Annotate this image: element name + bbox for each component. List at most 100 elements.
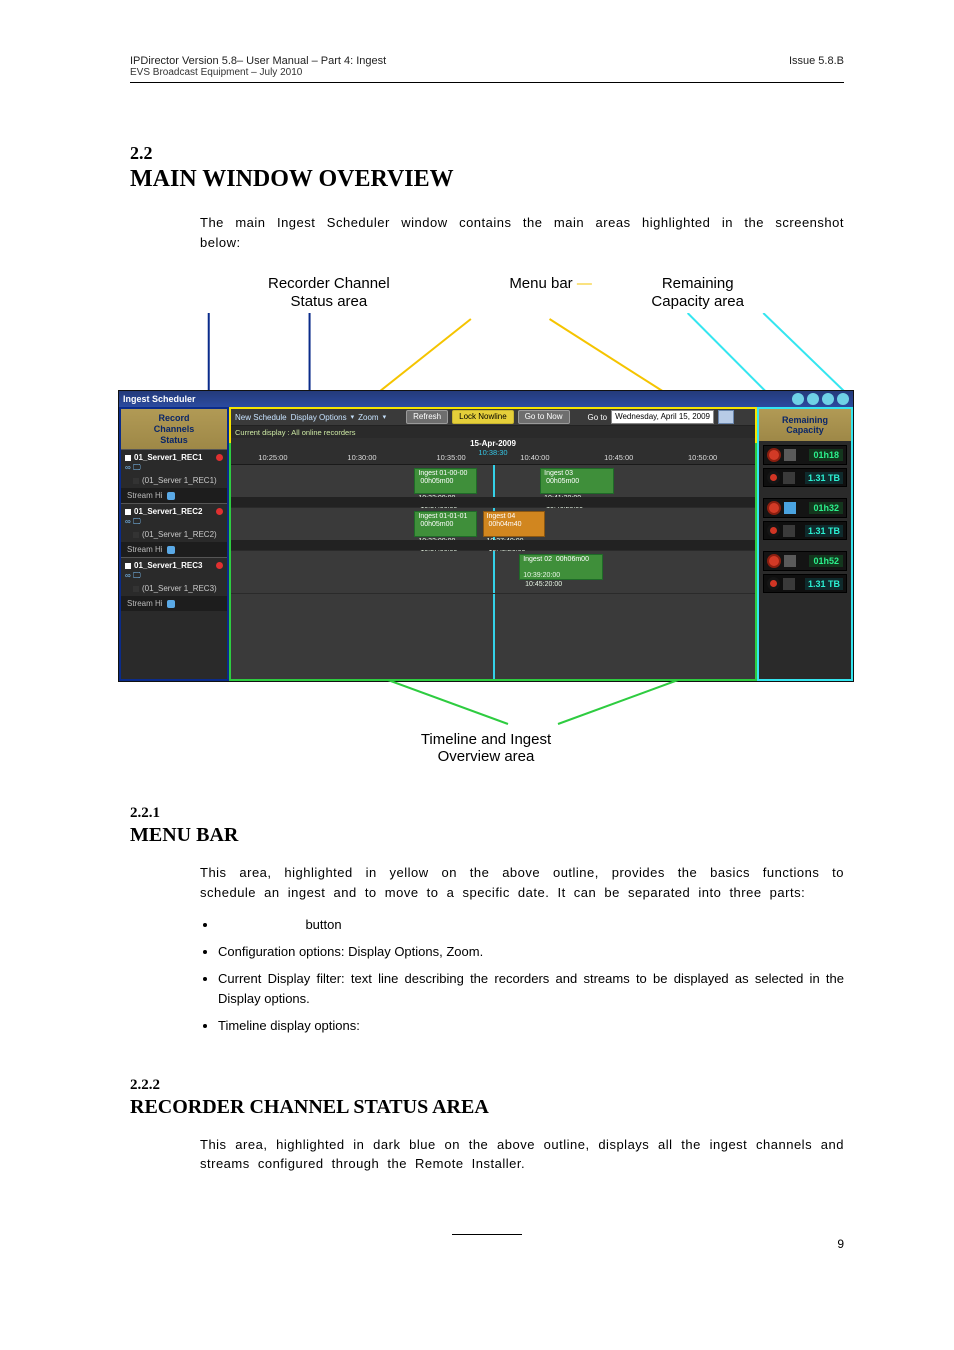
subsection-title: RECORDER CHANNEL STATUS AREA [130, 1096, 844, 1119]
channel-sub: (01_Server 1_REC3) [133, 584, 223, 593]
sub1-bullets: New Schedule button Configuration option… [200, 915, 844, 1037]
timeline-area: New Schedule Display Options▾ Zoom▾ Refr… [229, 407, 757, 681]
ruler-now-time: 10:38:30 [478, 448, 507, 457]
ruler-tick: 10:35:00 [436, 453, 465, 462]
ingest-block[interactable]: Ingest 01-00-00 00h05m0010:32:00:00 10:3… [414, 468, 477, 494]
header-issue: Issue 5.8.B [789, 55, 844, 78]
channel-title: 01_Server1_REC3 [125, 561, 223, 570]
ruler-tick: 10:40:00 [520, 453, 549, 462]
capacity-disk-row: 1.31 TB [763, 521, 847, 540]
header-subtitle: EVS Broadcast Equipment – July 2010 [130, 67, 386, 78]
callout-menu-bar: Menu bar — [509, 275, 592, 311]
ruler-tick: 10:45:00 [604, 453, 633, 462]
lock-nowline-button[interactable]: Lock Nowline [452, 410, 514, 424]
list-item: Current Display filter: text line descri… [218, 969, 844, 1011]
capacity-time: 01h32 [809, 502, 843, 514]
page-header: IPDirector Version 5.8– User Manual – Pa… [130, 55, 844, 78]
stream-icon [167, 492, 175, 500]
list-item: New Schedule button [218, 915, 844, 936]
subsection-number: 2.2.1 [130, 805, 844, 822]
record-indicator-icon [216, 562, 223, 569]
go-to-label: Go to [588, 413, 608, 422]
page-number: 9 [837, 1237, 844, 1251]
footer-rule [452, 1234, 522, 1235]
ruler-tick: 10:50:00 [688, 453, 717, 462]
stream-row[interactable]: Stream Hi [121, 542, 227, 557]
stream-row[interactable]: Stream Hi [121, 596, 227, 611]
capacity-icon [784, 449, 796, 461]
titlebar-button[interactable] [792, 393, 804, 405]
storage-icon [783, 472, 795, 484]
section-number: 2.2 [130, 143, 844, 164]
sub1-para: This area, highlighted in yellow on the … [200, 863, 844, 902]
window-title: Ingest Scheduler [123, 394, 196, 404]
capacity-time-row: 01h32 [763, 498, 847, 518]
ruler-date: 15-Apr-2009 [470, 439, 516, 448]
capacity-disk: 1.31 TB [805, 578, 843, 590]
callout-timeline-overview: Timeline and Ingest Overview area [118, 731, 854, 765]
record-dot-icon [767, 554, 781, 568]
ingest-block[interactable]: Ingest 03 00h05m0010:41:20:00 10:46:20:0… [540, 468, 613, 494]
disk-icon [767, 524, 780, 537]
recorder-channel-status-area: Record Channels Status 01_Server1_REC1∞ … [119, 407, 229, 681]
capacity-disk: 1.31 TB [805, 472, 843, 484]
disk-icon [767, 471, 780, 484]
left-header: Record Channels Status [121, 409, 227, 449]
ingest-block[interactable]: Ingest 04 00h04m4010:37:40:00 10:42:20:0… [483, 511, 546, 537]
go-to-now-button[interactable]: Go to Now [518, 410, 570, 424]
subsection-number: 2.2.2 [130, 1077, 844, 1094]
track-row[interactable]: Ingest 01-00-00 00h05m0010:32:00:00 10:3… [231, 465, 755, 508]
capacity-icon [784, 502, 796, 514]
capacity-icon [784, 555, 796, 567]
stream-icon [167, 546, 175, 554]
record-dot-icon [767, 448, 781, 462]
stream-row[interactable]: Stream Hi [121, 488, 227, 503]
ingest-block[interactable]: Ingest 02 00h06m0010:39:20:00 10:45:20:0… [519, 554, 603, 580]
track-row[interactable]: Ingest 02 00h06m0010:39:20:00 10:45:20:0… [231, 551, 755, 594]
new-schedule-menu[interactable]: New Schedule [235, 413, 287, 422]
record-indicator-icon [216, 454, 223, 461]
tracks-area[interactable]: Ingest 01-00-00 00h05m0010:32:00:00 10:3… [231, 465, 755, 679]
channel-block[interactable]: 01_Server1_REC2∞ 🖵(01_Server 1_REC2)Stre… [121, 503, 227, 557]
refresh-button[interactable]: Refresh [406, 410, 448, 424]
titlebar-button[interactable] [807, 393, 819, 405]
capacity-block: 01h52 1.31 TB [759, 547, 851, 600]
ingest-block[interactable]: Ingest 01-01-01 00h05m0010:32:00:00 10:3… [414, 511, 477, 537]
display-options-menu[interactable]: Display Options [291, 413, 347, 422]
ingest-scheduler-window: Ingest Scheduler Record Channels Status [118, 390, 854, 682]
record-dot-icon [767, 501, 781, 515]
section-intro: The main Ingest Scheduler window contain… [200, 213, 844, 252]
capacity-time-row: 01h52 [763, 551, 847, 571]
zoom-menu[interactable]: Zoom [358, 413, 378, 422]
channel-title: 01_Server1_REC1 [125, 453, 223, 462]
capacity-time: 01h52 [809, 555, 843, 567]
ruler-tick: 10:30:00 [347, 453, 376, 462]
remaining-capacity-area: Remaining Capacity 01h181.31 TB01h321.31… [757, 407, 853, 681]
capacity-disk-row: 1.31 TB [763, 574, 847, 593]
titlebar-button[interactable] [837, 393, 849, 405]
titlebar-button[interactable] [822, 393, 834, 405]
ruler-tick: 10:25:00 [258, 453, 287, 462]
storage-icon [783, 578, 795, 590]
list-item: Configuration options: Display Options, … [218, 942, 844, 963]
channel-icons: ∞ 🖵 [125, 463, 223, 473]
capacity-disk-row: 1.31 TB [763, 468, 847, 487]
callout-remaining-capacity: Remaining Capacity area [651, 275, 744, 311]
subsection-title: MENU BAR [130, 824, 844, 847]
date-picker[interactable]: Wednesday, April 15, 2009 [611, 410, 714, 424]
date-dropdown-icon[interactable] [718, 410, 734, 424]
stream-icon [167, 600, 175, 608]
list-item: Timeline display options: Refresh, Lock … [218, 1016, 844, 1037]
channel-block[interactable]: 01_Server1_REC1∞ 🖵 (01_Server 1_REC1) Stre… [121, 449, 227, 503]
figure: Recorder Channel Status area Menu bar — … [118, 265, 854, 765]
header-title: IPDirector Version 5.8– User Manual – Pa… [130, 55, 386, 67]
page-footer: 9 [130, 1234, 844, 1251]
channel-icons: ∞ 🖵 [125, 517, 223, 527]
current-display-filter: Current display : All online recorders [231, 426, 755, 438]
channel-sub: (01_Server 1_REC1) [133, 476, 223, 485]
track-row[interactable]: Ingest 01-01-01 00h05m0010:32:00:00 10:3… [231, 508, 755, 551]
capacity-block: 01h181.31 TB [759, 441, 851, 494]
channel-block[interactable]: 01_Server1_REC3∞ 🖵(01_Server 1_REC3)Stre… [121, 557, 227, 611]
sub2-para: This area, highlighted in dark blue on t… [200, 1135, 844, 1174]
capacity-disk: 1.31 TB [805, 525, 843, 537]
